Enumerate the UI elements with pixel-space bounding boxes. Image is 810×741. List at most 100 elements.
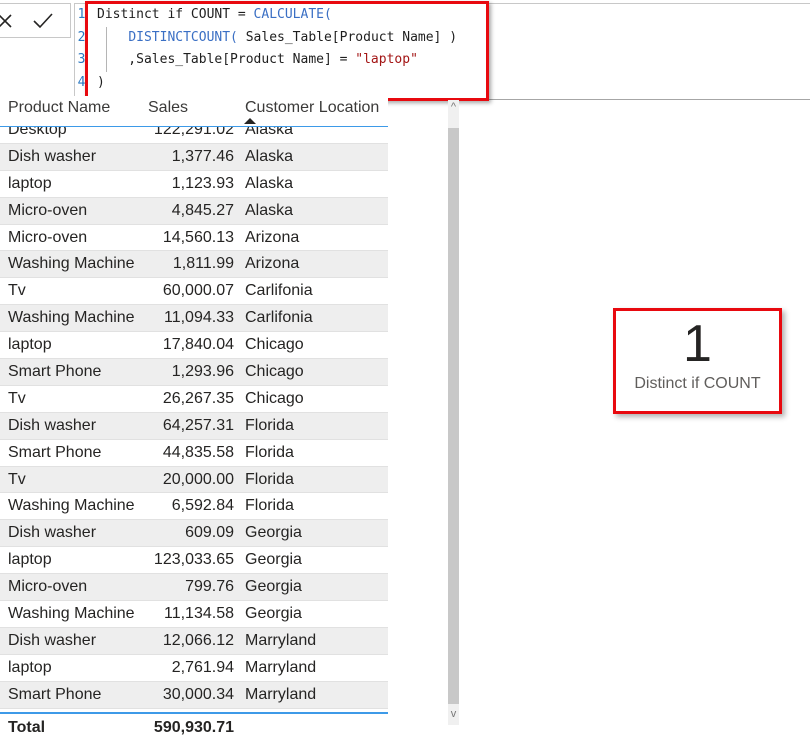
- total-sales-value: 590,930.71: [153, 719, 234, 736]
- line-number: 1: [77, 7, 86, 22]
- customer-location-cell: Alaska: [245, 147, 294, 165]
- sales-cell: 30,000.34: [162, 685, 234, 703]
- sales-cell: 1,293.96: [171, 363, 234, 381]
- table-row[interactable]: laptop 123,033.65 Georgia: [0, 547, 388, 575]
- column-header-customer-location[interactable]: Customer Location: [245, 98, 379, 118]
- sales-cell: 11,134.58: [164, 605, 234, 623]
- customer-location-cell: Chicago: [245, 389, 304, 407]
- product-name-cell: Micro-oven: [8, 228, 88, 246]
- customer-location-cell: Alaska: [245, 174, 294, 192]
- product-name-cell: laptop: [8, 551, 52, 569]
- table-row[interactable]: Dish washer 609.09 Georgia: [0, 520, 388, 548]
- table-row[interactable]: laptop 2,761.94 Marryland: [0, 654, 388, 682]
- customer-location-cell: Georgia: [245, 578, 302, 596]
- sales-cell: 123,033.65: [153, 551, 234, 569]
- table-row[interactable]: Dish washer 1,377.46 Alaska: [0, 143, 388, 171]
- formula-actions: [0, 3, 71, 38]
- product-name-cell: Washing Machine: [8, 605, 135, 623]
- customer-location-cell: Marryland: [245, 631, 317, 649]
- cancel-formula-button[interactable]: [0, 8, 18, 34]
- table-header: Product Name Sales Customer Location: [0, 96, 388, 128]
- card-label: Distinct if COUNT: [634, 375, 761, 392]
- code-line: ): [97, 72, 457, 95]
- table-row[interactable]: Tv 26,267.35 Chicago: [0, 385, 388, 413]
- table-total-row: Total 590,930.71: [0, 715, 388, 741]
- product-name-cell: Dish washer: [8, 524, 97, 542]
- sales-cell: 609.09: [185, 524, 234, 542]
- total-label: Total: [8, 719, 46, 736]
- customer-location-cell: Marryland: [245, 685, 317, 703]
- sales-cell: 20,000.00: [162, 470, 234, 488]
- sales-cell: 1,811.99: [172, 255, 234, 273]
- code-token: DISTINCTCOUNT(: [128, 29, 238, 45]
- sales-cell: 1,123.93: [171, 174, 234, 192]
- customer-location-cell: Arizona: [245, 228, 300, 246]
- product-name-cell: Micro-oven: [8, 201, 88, 219]
- customer-location-cell: Florida: [245, 443, 294, 461]
- sales-cell: 4,845.27: [171, 201, 234, 219]
- code-token: "laptop": [355, 52, 418, 67]
- table-row[interactable]: Washing Machine 11,094.33 Carlifonia: [0, 305, 388, 333]
- sales-cell: 60,000.07: [162, 282, 234, 300]
- table-row[interactable]: Micro-oven 4,845.27 Alaska: [0, 197, 388, 225]
- product-name-cell: Dish washer: [8, 416, 97, 434]
- table-row[interactable]: Micro-oven 14,560.13 Arizona: [0, 224, 388, 252]
- product-name-cell: Smart Phone: [8, 685, 102, 703]
- table-row[interactable]: Smart Phone 44,835.58 Florida: [0, 439, 388, 467]
- customer-location-cell: Arizona: [245, 255, 300, 273]
- table-row[interactable]: Tv 60,000.07 Carlifonia: [0, 278, 388, 306]
- product-name-cell: Washing Machine: [8, 497, 135, 515]
- scroll-up-arrow-icon[interactable]: ^: [448, 100, 459, 122]
- sales-cell: 12,066.12: [162, 631, 234, 649]
- distinct-count-card[interactable]: 1 Distinct if COUNT: [613, 308, 782, 414]
- customer-location-cell: Alaska: [245, 201, 294, 219]
- product-name-cell: Dish washer: [8, 147, 97, 165]
- formula-bar: 1 2 3 4 Distinct if COUNT = CALCULATE( D…: [0, 0, 810, 101]
- product-name-cell: Tv: [8, 282, 26, 300]
- line-number: 3: [77, 52, 86, 67]
- dax-formula-editor[interactable]: 1 2 3 4 Distinct if COUNT = CALCULATE( D…: [74, 3, 810, 99]
- sales-cell: 17,840.04: [162, 336, 234, 354]
- scrollbar-thumb[interactable]: [448, 128, 459, 704]
- product-name-cell: Tv: [8, 389, 26, 407]
- scroll-down-arrow-icon[interactable]: v: [448, 707, 459, 725]
- product-name-cell: Washing Machine: [8, 309, 135, 327]
- table-row[interactable]: Smart Phone 30,000.34 Marryland: [0, 681, 388, 709]
- table-row[interactable]: Smart Phone 1,293.96 Chicago: [0, 359, 388, 386]
- table-row[interactable]: Dish washer 12,066.12 Marryland: [0, 627, 388, 655]
- table-row[interactable]: laptop 1,123.93 Alaska: [0, 170, 388, 198]
- code-line: DISTINCTCOUNT( Sales_Table[Product Name]…: [97, 26, 457, 49]
- table-row[interactable]: laptop 17,840.04 Chicago: [0, 332, 388, 360]
- product-name-cell: Micro-oven: [8, 578, 88, 596]
- table-row[interactable]: Dish washer 64,257.31 Florida: [0, 412, 388, 440]
- sort-ascending-icon: [244, 118, 256, 124]
- column-header-sales[interactable]: Sales: [148, 98, 188, 118]
- sales-cell: 2,761.94: [171, 658, 234, 676]
- customer-location-cell: Chicago: [245, 363, 304, 381]
- customer-location-cell: Alaska: [245, 127, 294, 138]
- indent-guide: [106, 26, 107, 49]
- sales-cell: 1,377.46: [171, 147, 234, 165]
- table-row[interactable]: Desktop 122,291.02 Alaska: [0, 127, 388, 144]
- table-scrollbar[interactable]: ^ v: [448, 100, 459, 725]
- sales-cell: 64,257.31: [162, 416, 234, 434]
- sales-cell: 14,560.13: [162, 228, 234, 246]
- column-header-product-name[interactable]: Product Name: [8, 98, 110, 118]
- table-row[interactable]: Tv 20,000.00 Florida: [0, 466, 388, 494]
- commit-formula-button[interactable]: [30, 8, 56, 34]
- code-token: ,Sales_Table[Product Name] =: [97, 52, 356, 67]
- customer-location-cell: Carlifonia: [245, 309, 313, 327]
- sales-cell: 122,291.02: [153, 127, 234, 138]
- line-number-gutter: 1 2 3 4: [75, 4, 88, 99]
- product-name-cell: laptop: [8, 658, 52, 676]
- sales-cell: 11,094.33: [164, 309, 234, 327]
- table-row[interactable]: Washing Machine 6,592.84 Florida: [0, 493, 388, 521]
- x-icon: [0, 14, 12, 28]
- table-row[interactable]: Washing Machine 11,134.58 Georgia: [0, 601, 388, 628]
- table-row[interactable]: Micro-oven 799.76 Georgia: [0, 574, 388, 602]
- table-row[interactable]: Washing Machine 1,811.99 Arizona: [0, 251, 388, 279]
- check-icon: [33, 13, 53, 29]
- dax-code[interactable]: Distinct if COUNT = CALCULATE( DISTINCTC…: [97, 4, 457, 94]
- product-name-cell: Dish washer: [8, 631, 97, 649]
- product-name-cell: Smart Phone: [8, 443, 102, 461]
